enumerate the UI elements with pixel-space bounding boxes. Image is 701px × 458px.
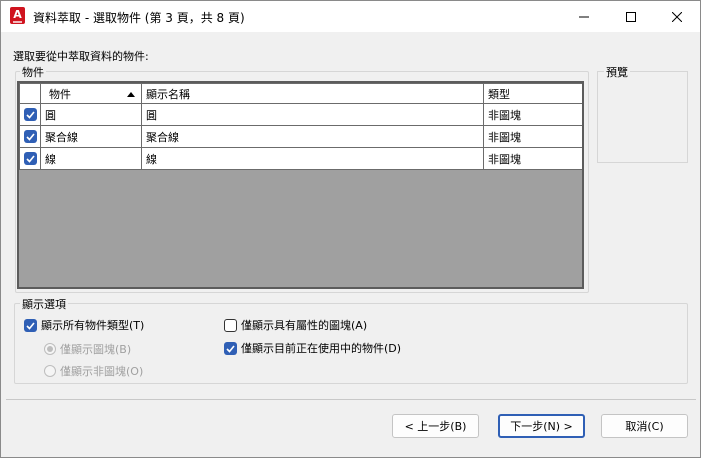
preview-group-label: 預覽 <box>604 64 630 80</box>
row-checkbox[interactable] <box>24 152 37 166</box>
back-button[interactable]: < 上一步(B) <box>392 414 479 438</box>
autocad-app-icon: A <box>10 7 25 24</box>
check-icon <box>26 111 35 119</box>
only-objects-in-use-label: 僅顯示目前正在使用中的物件(D) <box>241 342 402 355</box>
check-icon <box>226 344 235 353</box>
row-checkbox-cell[interactable] <box>19 125 41 148</box>
row-checkbox-cell[interactable] <box>19 103 41 126</box>
only-blocks-with-attributes-checkbox[interactable] <box>224 318 237 332</box>
object-cell: 線 <box>40 147 142 170</box>
display-name-cell[interactable]: 聚合線 <box>141 125 484 148</box>
only-objects-in-use-option[interactable]: 僅顯示目前正在使用中的物件(D) <box>224 340 401 356</box>
object-cell: 聚合線 <box>40 125 142 148</box>
maximize-icon <box>626 11 636 22</box>
minimize-icon <box>579 16 589 17</box>
show-all-types-label: 顯示所有物件類型(T) <box>41 319 145 332</box>
minimize-button[interactable] <box>561 1 607 32</box>
close-button[interactable] <box>654 1 700 32</box>
title-bar[interactable]: A 資料萃取 - 選取物件 (第 3 頁，共 8 頁) <box>1 1 700 32</box>
close-icon <box>672 11 682 22</box>
check-icon <box>26 321 35 330</box>
type-cell: 非圖塊 <box>483 103 582 126</box>
show-all-types-checkbox[interactable] <box>24 318 37 332</box>
maximize-button[interactable] <box>608 1 654 32</box>
row-checkbox[interactable] <box>24 130 37 144</box>
window-title: 資料萃取 - 選取物件 (第 3 頁，共 8 頁) <box>33 11 245 25</box>
display-options-group-label: 顯示選項 <box>20 296 68 312</box>
type-cell: 非圖塊 <box>483 147 582 170</box>
check-icon <box>26 155 35 163</box>
display-name-cell[interactable]: 線 <box>141 147 484 170</box>
column-header-display-name[interactable]: 顯示名稱 <box>141 83 484 104</box>
column-header-type[interactable]: 類型 <box>483 83 582 104</box>
type-cell: 非圖塊 <box>483 125 582 148</box>
instruction-text: 選取要從中萃取資料的物件: <box>13 50 149 63</box>
next-button[interactable]: 下一步(N) > <box>498 414 585 438</box>
only-blocks-with-attributes-option[interactable]: 僅顯示具有屬性的圖塊(A) <box>224 317 367 333</box>
preview-pane <box>597 71 688 163</box>
only-objects-in-use-checkbox[interactable] <box>224 341 237 355</box>
only-non-blocks-radio[interactable] <box>44 365 56 377</box>
objects-group-label: 物件 <box>20 64 46 80</box>
table-row[interactable]: 線 線 非圖塊 <box>19 147 582 170</box>
display-name-cell[interactable]: 圓 <box>141 103 484 126</box>
table-row[interactable]: 聚合線 聚合線 非圖塊 <box>19 125 582 148</box>
only-blocks-label: 僅顯示圖塊(B) <box>60 343 132 356</box>
row-checkbox[interactable] <box>24 108 37 122</box>
check-icon <box>26 133 35 141</box>
only-blocks-radio[interactable] <box>44 343 56 355</box>
only-non-blocks-label: 僅顯示非圖塊(O) <box>60 365 144 378</box>
only-blocks-option[interactable]: 僅顯示圖塊(B) <box>44 341 131 357</box>
object-cell: 圓 <box>40 103 142 126</box>
row-checkbox-cell[interactable] <box>19 147 41 170</box>
data-extraction-dialog: A 資料萃取 - 選取物件 (第 3 頁，共 8 頁) 選取要從中萃取資料的物件… <box>0 0 701 458</box>
table-row[interactable]: 圓 圓 非圖塊 <box>19 103 582 126</box>
column-header-check[interactable] <box>19 83 41 104</box>
show-all-types-option[interactable]: 顯示所有物件類型(T) <box>24 317 144 333</box>
only-blocks-with-attributes-label: 僅顯示具有屬性的圖塊(A) <box>241 319 368 332</box>
footer-divider <box>6 399 696 400</box>
cancel-button[interactable]: 取消(C) <box>601 414 688 438</box>
objects-grid[interactable]: 物件 顯示名稱 類型 圓 圓 非圖塊 聚合線 聚合線 非圖塊 線 線 非圖塊 <box>17 81 584 289</box>
sort-ascending-icon <box>127 92 135 97</box>
column-header-object[interactable]: 物件 <box>40 83 142 104</box>
grid-header-row: 物件 顯示名稱 類型 <box>19 83 582 104</box>
only-non-blocks-option[interactable]: 僅顯示非圖塊(O) <box>44 363 143 379</box>
